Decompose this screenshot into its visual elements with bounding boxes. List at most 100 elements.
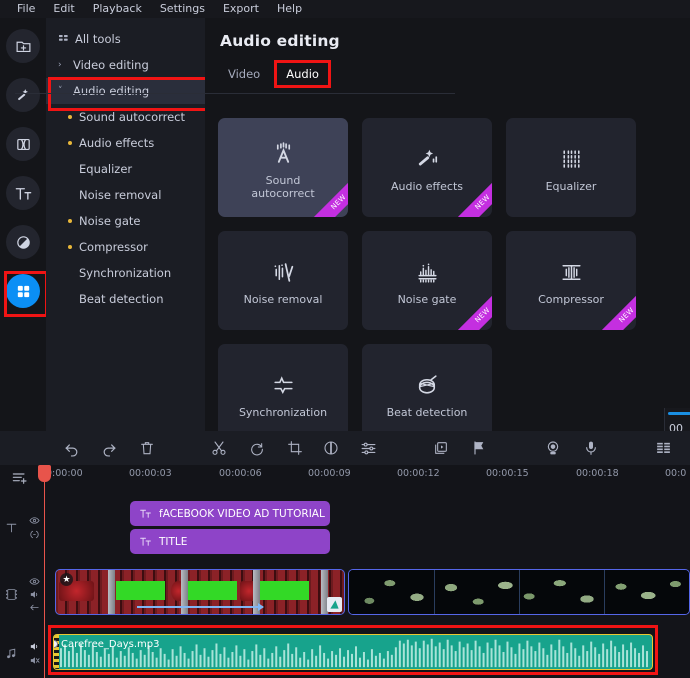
more-tools-icon[interactable] [6, 274, 40, 308]
tools-list-label: Audio editing [73, 84, 150, 98]
tracks-panel-button[interactable] [652, 437, 674, 459]
redo-button[interactable] [98, 437, 120, 459]
new-dot-icon [68, 219, 72, 223]
tools-list-label: Sound autocorrect [79, 110, 186, 124]
marker-group-button[interactable] [430, 437, 452, 459]
audio-clip-1[interactable]: Carefree_Days.mp3 [53, 634, 653, 670]
undo-button[interactable] [60, 437, 82, 459]
tools-list-label: Synchronization [79, 266, 172, 280]
flag-marker-button[interactable] [468, 437, 490, 459]
video-clip-2[interactable] [348, 569, 690, 615]
rotate-button[interactable] [246, 437, 268, 459]
ruler-label: 00:00:09 [308, 468, 351, 479]
tools-list-item-noise-gate[interactable]: Noise gate [46, 208, 205, 234]
color-adjust-button[interactable] [320, 437, 342, 459]
timeline: 0:00:00 00:00:03 00:00:06 00:00:09 00:00… [0, 431, 690, 678]
chevron-down-icon: ˅ [58, 86, 63, 96]
tools-list-label: Beat detection [79, 292, 164, 306]
rail-slot-more-tools [3, 271, 48, 317]
tools-list-item-video-editing[interactable]: › Video editing [46, 52, 205, 78]
tab-video[interactable]: Video [220, 65, 268, 83]
record-voiceover-button[interactable] [580, 437, 602, 459]
audio-track-mute-icon[interactable] [29, 655, 40, 666]
filters-icon[interactable] [6, 225, 40, 259]
tools-list-item-audio-effects[interactable]: Audio effects [46, 130, 205, 156]
compressor-icon [559, 255, 584, 285]
menu-item-help[interactable]: Help [268, 0, 311, 18]
audio-clip-label: Carefree_Days.mp3 [61, 639, 160, 650]
ruler-label: 00:00:12 [397, 468, 440, 479]
tools-list-item-synchronization[interactable]: Synchronization [46, 260, 205, 286]
crop-button[interactable] [284, 437, 306, 459]
card-beat-detection[interactable]: Beat detection [362, 344, 492, 443]
audio-track-volume-icon[interactable] [29, 641, 40, 652]
card-equalizer[interactable]: Equalizer [506, 118, 636, 217]
magic-wand-icon[interactable] [6, 78, 40, 112]
tools-list-item-all-tools[interactable]: All tools [46, 26, 205, 52]
tab-bar: Video Audio [220, 60, 674, 88]
tools-list-label: Noise removal [79, 188, 162, 202]
tools-list-item-sound-autocorrect[interactable]: Sound autocorrect [46, 104, 205, 130]
title-track-row[interactable]: fACEBOOK VIDEO AD TUTORIAL [45, 501, 690, 527]
grid-icon [59, 34, 68, 44]
playhead[interactable] [38, 465, 51, 678]
movavi-video-editor-window: File Edit Playback Settings Export Help [0, 0, 690, 678]
tools-list-item-audio-editing[interactable]: ˅ Audio editing [46, 77, 252, 111]
card-sound-autocorrect[interactable]: Sound autocorrect NEW [218, 118, 348, 217]
timeline-toolbar [0, 431, 690, 465]
ruler-label: 00:00:15 [486, 468, 529, 479]
title-clip-2[interactable]: TITLE [130, 529, 330, 554]
video-clip-1[interactable]: ★ [55, 569, 345, 615]
card-audio-effects[interactable]: Audio effects NEW [362, 118, 492, 217]
card-compressor[interactable]: Compressor NEW [506, 231, 636, 330]
title-clip-1[interactable]: fACEBOOK VIDEO AD TUTORIAL [130, 501, 330, 526]
new-badge: NEW [310, 179, 348, 217]
cut-button[interactable] [208, 437, 230, 459]
import-icon[interactable] [6, 29, 40, 63]
playhead-handle[interactable] [38, 465, 51, 482]
tools-list-item-noise-removal[interactable]: Noise removal [46, 182, 205, 208]
track-area: fACEBOOK VIDEO AD TUTORIAL TITLE ★ Caref… [0, 491, 690, 678]
clip-tool-icon[interactable] [327, 597, 342, 612]
video-track-volume-icon[interactable] [29, 589, 40, 600]
tools-list-panel: All tools › Video editing ˅ Audio editin… [46, 18, 252, 431]
clip-properties-button[interactable] [357, 437, 379, 459]
video-track-row[interactable]: ★ [45, 569, 690, 619]
title-clip-label: TITLE [159, 535, 188, 548]
transitions-icon[interactable] [6, 127, 40, 161]
add-track-icon[interactable] [12, 470, 28, 486]
delete-button[interactable] [136, 437, 158, 459]
menu-item-playback[interactable]: Playback [84, 0, 151, 18]
time-ruler[interactable]: 0:00:00 00:00:03 00:00:06 00:00:09 00:00… [0, 465, 690, 491]
menu-item-file[interactable]: File [8, 0, 44, 18]
record-webcam-button[interactable] [542, 437, 564, 459]
ruler-label: 00:00:06 [219, 468, 262, 479]
video-track-icon [5, 588, 18, 601]
new-dot-icon [68, 115, 72, 119]
menu-item-export[interactable]: Export [214, 0, 268, 18]
card-synchronization[interactable]: Synchronization [218, 344, 348, 443]
card-label: Synchronization [238, 406, 328, 419]
menu-item-settings[interactable]: Settings [151, 0, 214, 18]
menu-item-edit[interactable]: Edit [44, 0, 83, 18]
player-progress-bar[interactable] [668, 412, 690, 415]
title-track-row-2[interactable]: TITLE [45, 529, 690, 555]
tools-list-item-compressor[interactable]: Compressor [46, 234, 205, 260]
rail-slot-titles [3, 173, 43, 213]
tools-list-item-beat-detection[interactable]: Beat detection [46, 286, 205, 312]
card-label: Beat detection [386, 406, 468, 419]
title-track-link-icon[interactable] [29, 529, 40, 540]
card-label: Audio effects [391, 180, 463, 193]
sound-autocorrect-icon [271, 136, 296, 166]
tab-audio[interactable]: Audio [274, 60, 331, 88]
audio-track-row[interactable]: Carefree_Days.mp3 [45, 634, 690, 672]
clip-favorite-icon[interactable]: ★ [60, 573, 73, 586]
tool-card-grid: Sound autocorrect NEW Audio effects NEW [218, 118, 678, 443]
title-track-visibility-icon[interactable] [29, 515, 40, 526]
video-track-visibility-icon[interactable] [29, 576, 40, 587]
titles-icon[interactable] [6, 176, 40, 210]
tools-list-item-equalizer[interactable]: Equalizer [46, 156, 205, 182]
card-noise-gate[interactable]: Noise gate NEW [362, 231, 492, 330]
video-track-detach-icon[interactable] [29, 602, 40, 613]
card-noise-removal[interactable]: Noise removal [218, 231, 348, 330]
